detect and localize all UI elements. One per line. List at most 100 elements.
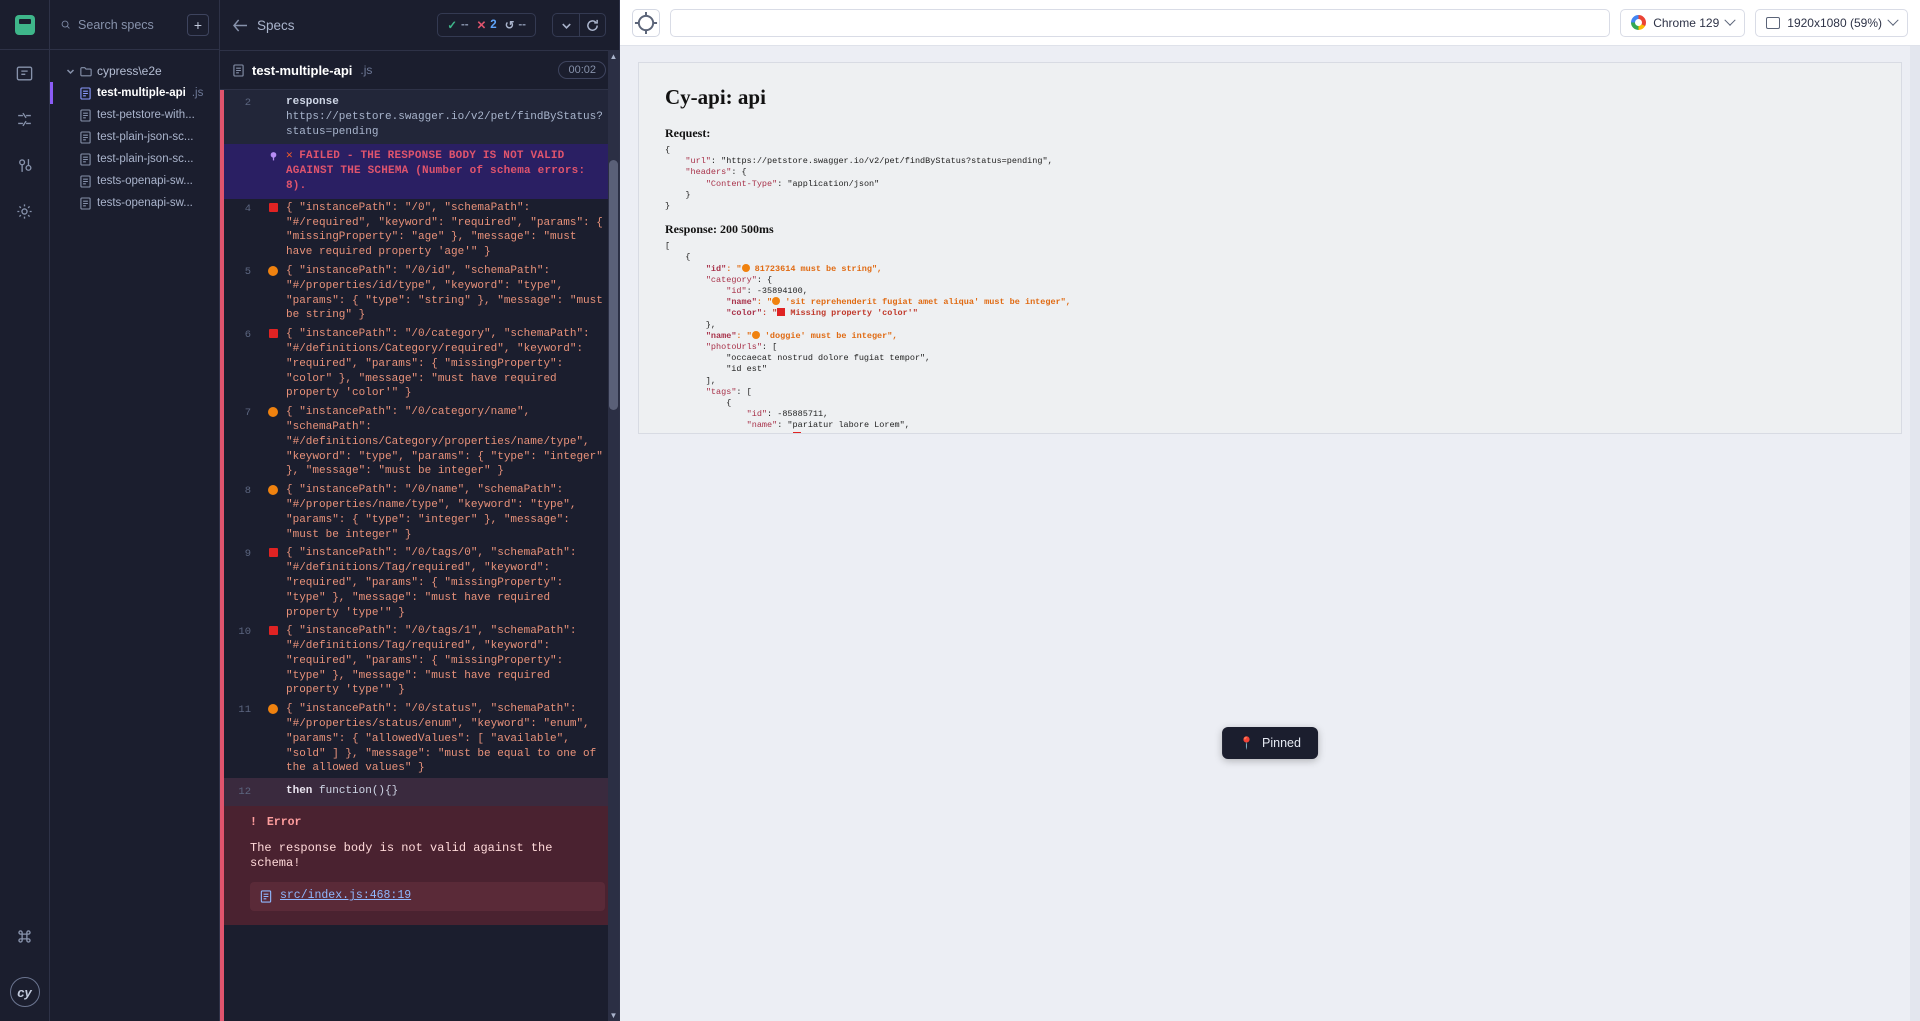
search-input[interactable] <box>78 17 180 32</box>
error-stack-row[interactable]: src/index.js:468:19 <box>250 882 605 912</box>
command-keyword: then <box>286 785 313 798</box>
back-to-specs-icon[interactable] <box>233 18 248 32</box>
error-block: ! Error The response body is not valid a… <box>224 806 619 926</box>
scroll-up-arrow[interactable]: ▲ <box>609 51 618 61</box>
log-schema-error-10[interactable]: 10 { "instancePath": "/0/tags/1", "schem… <box>224 622 619 700</box>
warning-dot-icon <box>260 405 286 479</box>
log-command-response[interactable]: 2 response https://petstore.swagger.io/v… <box>224 90 619 145</box>
chevron-down-icon <box>66 68 75 74</box>
log-schema-error-9[interactable]: 9 { "instancePath": "/0/tags/0", "schema… <box>224 544 619 622</box>
scroll-down-arrow[interactable]: ▼ <box>609 1010 618 1020</box>
error-stack-link[interactable]: src/index.js:468:19 <box>280 889 411 904</box>
command-number <box>224 149 260 193</box>
file-icon <box>80 130 91 144</box>
pin-icon: 📍 <box>1239 736 1255 750</box>
command-number: 5 <box>244 265 251 278</box>
log-schema-error-7[interactable]: 7 { "instancePath": "/0/category/name", … <box>224 403 619 481</box>
search-box[interactable] <box>60 17 180 32</box>
log-schema-error-5[interactable]: 5 { "instancePath": "/0/id", "schemaPath… <box>224 262 619 325</box>
command-key-icon[interactable] <box>0 913 50 959</box>
reporter-outer-scrollbar[interactable]: ▲ ▼ <box>608 50 619 1021</box>
error-square-icon <box>260 327 286 401</box>
chevron-down-icon <box>1887 14 1899 26</box>
response-label: Response: 200 500ms <box>665 222 774 237</box>
browser-selector[interactable]: Chrome 129 <box>1620 8 1746 37</box>
cypress-user-badge[interactable]: cy <box>9 977 40 1007</box>
debug-icon[interactable] <box>0 142 50 188</box>
stat-failed: ✕ 2 <box>477 18 497 32</box>
aut-url-input[interactable] <box>670 8 1611 37</box>
command-text: then function(){} <box>286 784 619 800</box>
reporter-outer-thumb[interactable] <box>609 160 618 410</box>
restart-icon[interactable] <box>579 14 605 36</box>
sidebar-spec-item-2[interactable]: test-plain-json-sc... <box>50 126 219 148</box>
spec-label: tests-openapi-sw... <box>97 197 193 209</box>
request-body: { "url": "https://petstore.swagger.io/v2… <box>665 145 1053 212</box>
command-number: 2 <box>244 97 251 109</box>
aut-toolbar: Chrome 129 1920x1080 (59%) <box>620 0 1920 46</box>
spec-folder-label: cypress\e2e <box>97 64 162 78</box>
log-command-then[interactable]: 12 then function(){} <box>224 778 619 807</box>
reporter-spec-header: test-multiple-api .js 00:02 <box>220 50 619 90</box>
stat-pending-value: -- <box>518 19 526 31</box>
file-icon <box>80 108 91 122</box>
command-text: { "instancePath": "/0/id", "schemaPath":… <box>286 264 603 322</box>
rail-bottom-group: cy <box>0 913 50 1021</box>
command-text: { "instancePath": "/0/tags/0", "schemaPa… <box>286 547 577 619</box>
error-title: Error <box>266 816 302 830</box>
aut-scrollbar[interactable] <box>1910 46 1920 1021</box>
page-title: Cy-api: api <box>665 85 766 109</box>
spec-label: tests-openapi-sw... <box>97 175 193 187</box>
file-icon <box>233 63 244 77</box>
log-schema-error-6[interactable]: 6 { "instancePath": "/0/category", "sche… <box>224 325 619 403</box>
sidebar-spec-item-3[interactable]: test-plain-json-sc... <box>50 148 219 170</box>
viewport-label: 1920x1080 (59%) <box>1787 15 1882 30</box>
command-keyword: response <box>286 96 339 108</box>
command-log-reporter: Specs ✓ -- ✕ 2 ↺ -- test-multiple-api .j… <box>220 0 620 1021</box>
spec-folder-row[interactable]: cypress\e2e <box>50 60 219 82</box>
log-failed-assertion[interactable]: ✕ FAILED - THE RESPONSE BODY IS NOT VALI… <box>224 144 619 199</box>
sidebar-spec-item-1[interactable]: test-petstore-with... <box>50 104 219 126</box>
command-text: { "instancePath": "/0/name", "schemaPath… <box>286 484 577 541</box>
settings-icon[interactable] <box>0 188 50 234</box>
stat-passed-value: -- <box>460 19 469 31</box>
specs-sidebar: + cypress\e2e test-multiple-api .js <box>50 0 220 1021</box>
file-icon <box>80 86 91 100</box>
chevron-down-icon[interactable] <box>553 14 579 36</box>
selector-playground-icon[interactable] <box>632 8 660 37</box>
reporter-controls <box>552 13 606 37</box>
spec-label: test-plain-json-sc... <box>97 153 194 165</box>
command-number: 10 <box>238 626 251 639</box>
viewport-selector[interactable]: 1920x1080 (59%) <box>1755 8 1908 37</box>
add-spec-button[interactable]: + <box>187 13 209 36</box>
runs-icon[interactable] <box>0 96 50 142</box>
failed-message: FAILED - THE RESPONSE BODY IS NOT VALID … <box>286 150 586 192</box>
spec-label: test-multiple-api <box>97 87 186 99</box>
aut-viewport: Cy-api: api Request: { "url": "https://p… <box>620 46 1920 1021</box>
pinned-badge[interactable]: 📍 Pinned <box>1222 727 1318 759</box>
log-schema-error-4[interactable]: 4 { "instancePath": "/0", "schemaPath": … <box>224 199 619 262</box>
file-icon <box>80 174 91 188</box>
log-schema-error-11[interactable]: 11 { "instancePath": "/0/status", "schem… <box>224 700 619 778</box>
cypress-logo[interactable] <box>0 0 50 50</box>
log-schema-error-8[interactable]: 8 { "instancePath": "/0/name", "schemaPa… <box>224 481 619 544</box>
warning-dot-icon <box>260 483 286 542</box>
chrome-icon <box>1631 15 1647 30</box>
command-log-scroll-area[interactable]: 2 response https://petstore.swagger.io/v… <box>220 90 619 1021</box>
pin-icon <box>260 149 286 193</box>
spec-ext: .js <box>191 87 204 99</box>
reporter-spec-name: test-multiple-api <box>252 62 353 78</box>
check-icon: ✓ <box>447 20 457 32</box>
stat-pending: ↺ -- <box>505 18 526 32</box>
command-url: https://petstore.swagger.io/v2/pet/findB… <box>286 110 603 138</box>
command-number: 4 <box>244 202 251 215</box>
command-number: 8 <box>244 485 251 498</box>
command-text: response https://petstore.swagger.io/v2/… <box>286 95 619 139</box>
specs-icon[interactable] <box>0 50 50 96</box>
request-label: Request: <box>665 126 711 140</box>
sidebar-spec-item-4[interactable]: tests-openapi-sw... <box>50 170 219 192</box>
reporter-title[interactable]: Specs <box>257 18 428 33</box>
sidebar-spec-item-5[interactable]: tests-openapi-sw... <box>50 192 219 214</box>
command-arg: function(){} <box>319 785 399 798</box>
sidebar-spec-item-0[interactable]: test-multiple-api .js <box>50 82 219 104</box>
